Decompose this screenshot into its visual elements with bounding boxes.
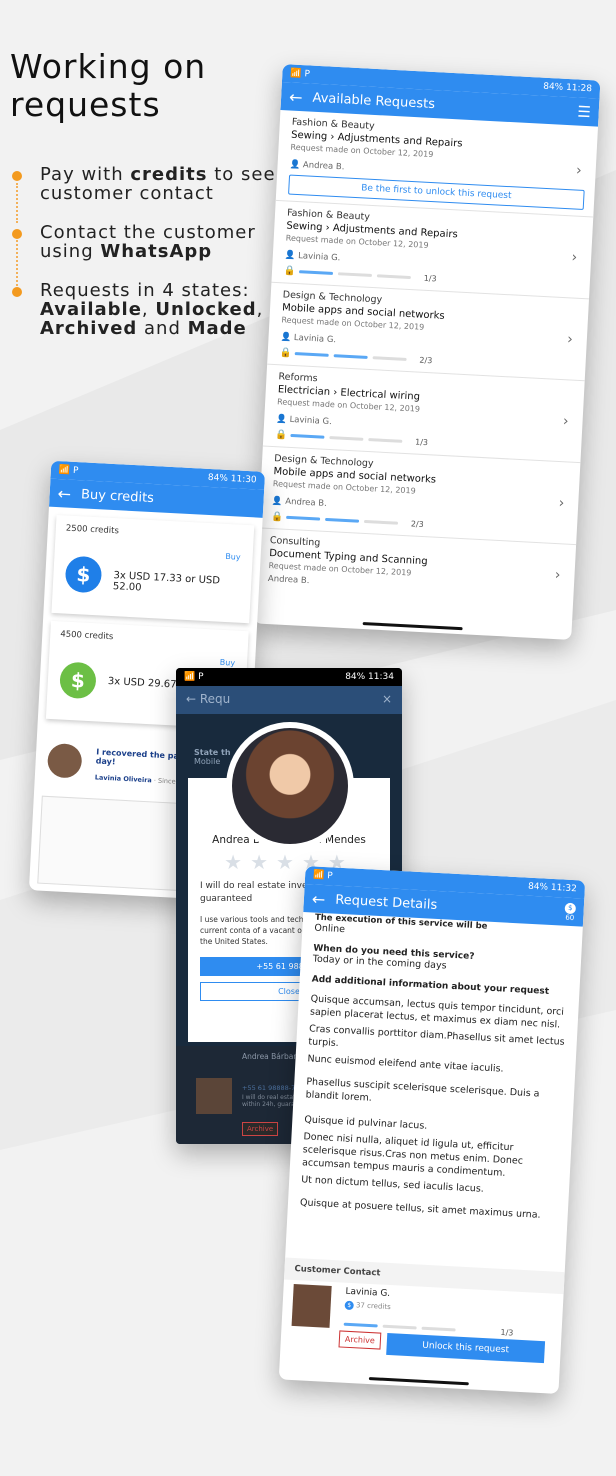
dollar-coin-icon: $	[64, 555, 103, 594]
status-icons: 📶 P	[184, 672, 204, 682]
feature-item: Pay with credits to see customer contact	[12, 165, 292, 203]
status-icons: 📶 P	[312, 870, 333, 882]
menu-list-icon[interactable]: ☰	[577, 103, 591, 122]
back-arrow-icon[interactable]: ←	[311, 889, 325, 909]
archive-button[interactable]: Archive	[338, 1330, 382, 1350]
lock-icon: 🔒	[279, 347, 292, 359]
status-time: 84% 11:34	[345, 672, 394, 682]
request-details-body: The execution of this service will be On…	[299, 912, 565, 1221]
profile-photo	[232, 728, 348, 844]
feature-list: Pay with credits to see customer contact…	[12, 165, 292, 358]
chevron-right-icon: ›	[571, 248, 578, 266]
status-icons: 📶 P	[58, 465, 79, 477]
feature-item: Requests in 4 states: Available, Unlocke…	[12, 281, 292, 338]
contact-credits: $ 37 credits	[344, 1300, 391, 1312]
screen-title: Buy credits	[80, 486, 155, 506]
home-indicator	[362, 622, 463, 631]
title-line-2: requests	[10, 85, 161, 124]
bullet-dot-icon	[12, 229, 22, 239]
profile-photo-frame	[226, 722, 354, 850]
back-arrow-icon[interactable]: ←	[57, 484, 71, 504]
credit-pack-card: 2500 credits Buy $ 3x USD 17.33 or USD 5…	[51, 515, 255, 624]
request-item[interactable]: Fashion & Beauty Sewing › Adjustments an…	[275, 109, 599, 218]
lock-icon: 🔒	[283, 265, 297, 278]
chevron-right-icon: ›	[554, 566, 561, 583]
status-time: 84% 11:28	[542, 81, 593, 95]
screen-title: Request Details	[334, 892, 438, 913]
chevron-right-icon: ›	[566, 330, 574, 348]
buy-button[interactable]: Buy	[225, 552, 241, 562]
buy-button[interactable]: Buy	[220, 658, 236, 668]
credits-badge: $60	[564, 902, 577, 922]
contact-name: Lavinia G.	[345, 1286, 391, 1300]
bullet-dot-icon	[12, 171, 22, 181]
chevron-right-icon: ›	[575, 162, 583, 179]
page-title: Working on requests	[10, 48, 206, 124]
avatar	[196, 1078, 232, 1114]
unlock-request-button[interactable]: Unlock this request	[386, 1332, 546, 1364]
feature-item: Contact the customer using WhatsApp	[12, 223, 292, 261]
lock-icon: 🔒	[275, 429, 288, 441]
title-line-1: Working on	[10, 47, 207, 86]
close-icon: ×	[381, 692, 392, 706]
dimmed-app-bar: ← Requ ×	[176, 686, 402, 714]
dollar-coin-icon: $	[344, 1300, 354, 1311]
chevron-right-icon: ›	[562, 412, 570, 429]
bullet-dot-icon	[12, 287, 22, 297]
home-indicator	[368, 1377, 469, 1386]
request-details-screen: 📶 P 84% 11:32 ← Request Details $60 The …	[278, 866, 586, 1394]
available-requests-screen: 📶 P 84% 11:28 ← Available Requests ☰ Fas…	[253, 64, 601, 640]
avatar	[46, 742, 83, 779]
back-arrow-icon[interactable]: ←	[289, 87, 303, 107]
screen-title: Available Requests	[312, 90, 436, 112]
status-time: 84% 11:32	[527, 881, 578, 895]
chevron-right-icon: ›	[558, 494, 565, 511]
lock-icon: 🔒	[270, 511, 284, 523]
status-time: 84% 11:30	[207, 472, 257, 486]
avatar	[291, 1283, 332, 1328]
dollar-coin-icon: $	[564, 902, 577, 914]
dollar-coin-icon: $	[59, 661, 97, 700]
status-icons: 📶 P	[290, 68, 311, 80]
status-bar: 📶 P 84% 11:34	[176, 668, 402, 686]
